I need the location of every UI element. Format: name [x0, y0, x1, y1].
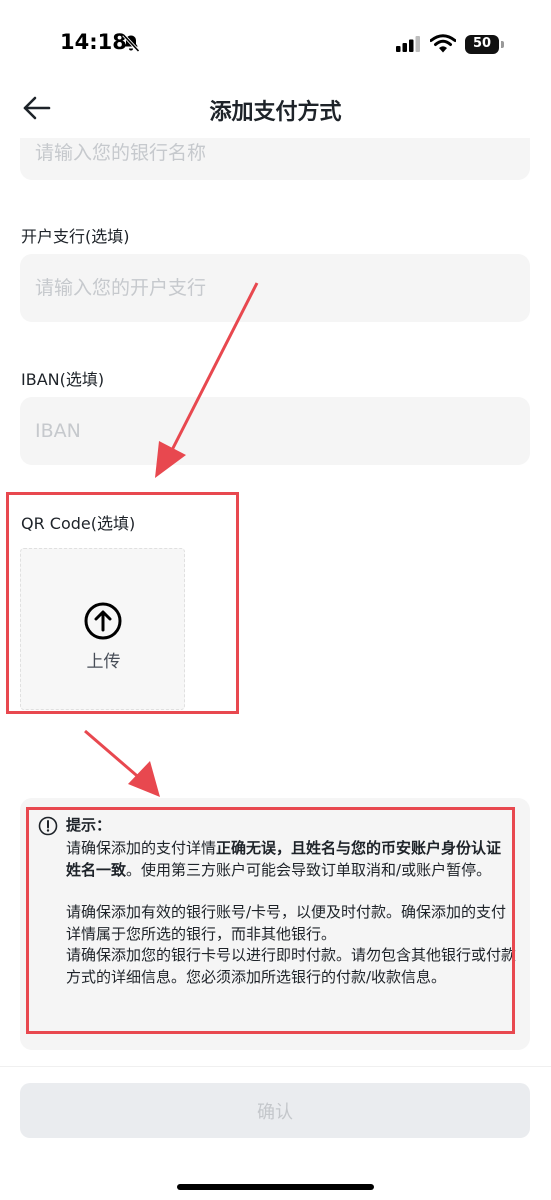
annotation-arrow-2-shaft [84, 729, 144, 783]
annotation-arrow-1-head [155, 441, 186, 478]
confirm-button[interactable]: 确认 [20, 1083, 530, 1138]
nav-bar: 添加支付方式 [0, 88, 551, 138]
footer-divider [0, 1066, 551, 1067]
annotation-arrow-1-shaft [169, 282, 259, 453]
page-title: 添加支付方式 [209, 100, 342, 125]
annotation-arrow-2-head [128, 761, 160, 797]
home-indicator [177, 1184, 374, 1190]
annotation-arrows [84, 282, 259, 797]
